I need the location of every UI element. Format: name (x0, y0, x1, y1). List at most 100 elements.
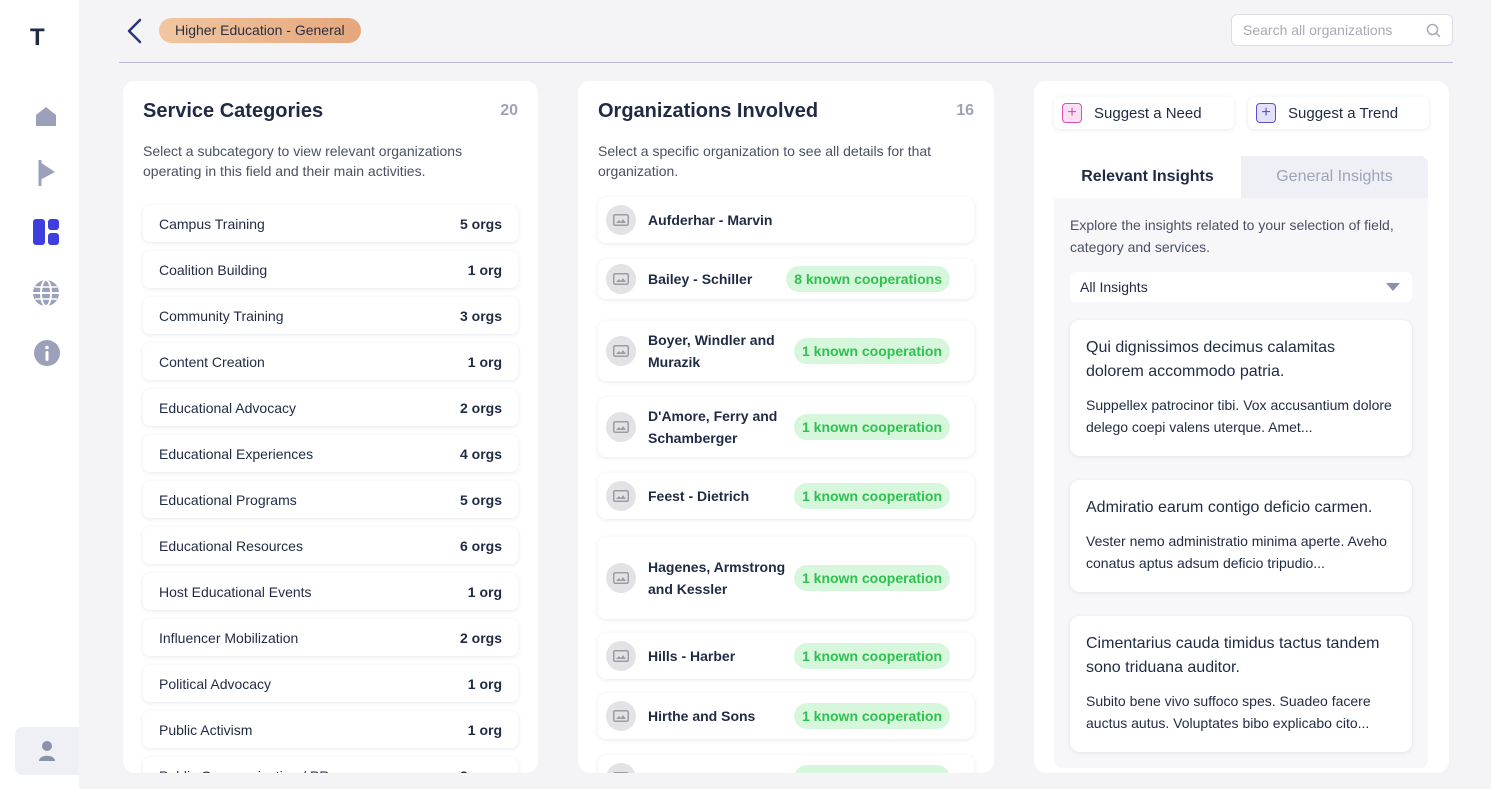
home-icon[interactable] (31, 101, 61, 131)
organization-item[interactable]: Hills - Harber 1 known cooperation (598, 633, 974, 679)
image-placeholder-icon (606, 763, 636, 773)
panel-count: 20 (500, 102, 518, 119)
panel-description: Select a subcategory to view relevant or… (143, 143, 463, 179)
insights-panel: + Suggest a Need + Suggest a Trend Relev… (1034, 81, 1449, 773)
organization-list: Aufderhar - Marvin Bailey - Schiller 8 kno… (598, 197, 974, 773)
category-item[interactable]: Political Advocacy 1 org (143, 665, 518, 702)
cooperation-badge: 1 known cooperation (793, 565, 950, 591)
panel-count: 16 (956, 102, 974, 119)
suggest-need-label: Suggest a Need (1094, 104, 1202, 122)
category-item[interactable]: Educational Advocacy 2 orgs (143, 389, 518, 426)
category-item[interactable]: Campus Training 5 orgs (143, 205, 518, 242)
insight-card[interactable]: Qui dignissimos decimus calamitas dolore… (1070, 320, 1412, 456)
organization-name: Koehler, Bartoletti (648, 767, 793, 773)
caret-down-icon (1386, 282, 1400, 291)
image-placeholder-icon (606, 264, 636, 294)
category-item[interactable]: Public Communication / PR 3 orgs (143, 757, 518, 773)
category-count: 5 orgs (459, 491, 502, 508)
organization-item[interactable]: Bailey - Schiller 8 known cooperations (598, 259, 974, 299)
image-placeholder-icon (606, 412, 636, 442)
dashboard-icon[interactable] (31, 217, 61, 247)
organization-item[interactable]: Aufderhar - Marvin (598, 197, 974, 243)
plus-icon: + (1062, 103, 1082, 123)
organization-name: D'Amore, Ferry and Schamberger (648, 408, 778, 446)
category-item[interactable]: Community Training 3 orgs (143, 297, 518, 334)
insights-filter-select[interactable]: All Insights (1070, 272, 1412, 302)
category-name: Political Advocacy (159, 675, 272, 692)
category-name: Campus Training (159, 215, 265, 232)
organization-item[interactable]: Feest - Dietrich 1 known cooperation (598, 473, 974, 519)
organization-item[interactable]: Hirthe and Sons 1 known cooperation (598, 693, 974, 739)
suggest-trend-button[interactable]: + Suggest a Trend (1248, 97, 1429, 129)
cooperation-badge: 1 known cooperation (793, 483, 950, 509)
image-placeholder-icon (606, 205, 636, 235)
category-count: 6 orgs (459, 537, 502, 554)
category-item[interactable]: Public Activism 1 org (143, 711, 518, 748)
breadcrumb[interactable]: Higher Education - General (159, 18, 361, 43)
image-placeholder-icon (606, 701, 636, 731)
search-input[interactable] (1232, 15, 1412, 45)
image-placeholder-icon (606, 563, 636, 593)
insights-content: Explore the insights related to your sel… (1054, 198, 1428, 768)
organization-name: Boyer, Windler and Murazik (648, 332, 775, 370)
suggest-need-button[interactable]: + Suggest a Need (1054, 97, 1234, 129)
category-item[interactable]: Content Creation 1 org (143, 343, 518, 380)
insight-title: Admiratio earum contigo deficio carmen. (1086, 499, 1373, 516)
category-item[interactable]: Host Educational Events 1 org (143, 573, 518, 610)
panel-title: Organizations Involved (598, 100, 819, 122)
organization-item[interactable]: Koehler, Bartoletti1 known cooperation (598, 755, 974, 773)
panel-title: Service Categories (143, 100, 324, 122)
organization-name: Feest - Dietrich (648, 488, 750, 504)
organizations-panel: Organizations Involved 16 Select a speci… (578, 81, 994, 773)
organization-name: Bailey - Schiller (648, 271, 753, 287)
insight-body: Vester nemo administratio minima aperte.… (1086, 533, 1387, 571)
plus-icon: + (1256, 103, 1276, 123)
organization-item[interactable]: Hagenes, Armstrong and Kessler 1 known co… (598, 537, 974, 619)
flag-icon[interactable] (31, 158, 61, 188)
user-icon (39, 741, 55, 761)
app-logo: T (30, 24, 45, 51)
header-divider (119, 62, 1453, 63)
category-count: 2 orgs (459, 629, 502, 646)
category-item[interactable]: Educational Experiences 4 orgs (143, 435, 518, 472)
cooperation-badge: 8 known cooperations (786, 266, 950, 292)
image-placeholder-icon (606, 336, 636, 366)
category-item[interactable]: Educational Programs 5 orgs (143, 481, 518, 518)
category-count: 1 org (467, 721, 502, 738)
insight-card[interactable]: Admiratio earum contigo deficio carmen. V… (1070, 480, 1412, 592)
user-profile-button[interactable] (15, 727, 79, 775)
cooperation-badge: 1 known cooperation (793, 643, 950, 669)
category-count: 4 orgs (459, 445, 502, 462)
chevron-left-icon (127, 18, 142, 44)
category-name: Community Training (159, 307, 284, 324)
insight-body: Subito bene vivo suffoco spes. Suadeo fa… (1086, 693, 1371, 731)
sidebar: T (0, 0, 79, 789)
category-item[interactable]: Influencer Mobilization 2 orgs (143, 619, 518, 656)
category-item[interactable]: Educational Resources 6 orgs (143, 527, 518, 564)
globe-icon[interactable] (31, 278, 61, 308)
service-categories-panel: Service Categories 20 Select a subcatego… (123, 81, 538, 773)
suggest-trend-label: Suggest a Trend (1288, 104, 1399, 122)
back-button[interactable] (124, 16, 146, 46)
insights-filter-value: All Insights (1080, 279, 1148, 295)
info-icon[interactable] (32, 338, 62, 368)
cooperation-badge: 1 known cooperation (793, 338, 950, 364)
tab-general-insights[interactable]: General Insights (1241, 156, 1428, 198)
category-name: Coalition Building (159, 261, 268, 278)
category-name: Educational Advocacy (159, 399, 296, 416)
insight-card[interactable]: Cimentarius cauda timidus tactus tandem … (1070, 616, 1412, 752)
category-count: 1 org (467, 583, 502, 600)
category-count: 1 org (467, 261, 502, 278)
category-count: 3 orgs (460, 768, 502, 774)
organization-item[interactable]: D'Amore, Ferry and Schamberger 1 known co… (598, 397, 974, 457)
cooperation-badge: 1 known cooperation (793, 703, 950, 729)
category-name: Educational Experiences (159, 445, 314, 462)
category-name: Influencer Mobilization (159, 629, 299, 646)
category-count: 5 orgs (459, 215, 502, 232)
insight-tabs: Relevant Insights General Insights (1054, 156, 1428, 198)
category-item[interactable]: Coalition Building 1 org (143, 251, 518, 288)
organization-item[interactable]: Boyer, Windler and Murazik 1 known cooper… (598, 321, 974, 381)
category-count: 1 org (467, 353, 502, 370)
tab-relevant-insights[interactable]: Relevant Insights (1054, 156, 1241, 198)
search-icon[interactable] (1426, 23, 1441, 38)
